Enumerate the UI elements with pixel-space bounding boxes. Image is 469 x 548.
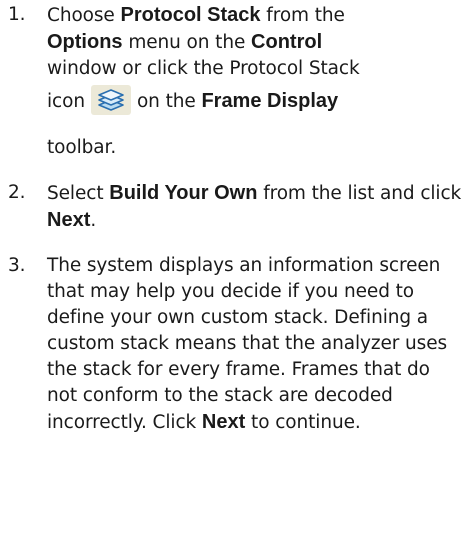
step-number: 1. <box>8 4 26 25</box>
step-2: 2. Select Build Your Own from the list a… <box>0 180 469 234</box>
window-name-control: Control <box>251 31 323 53</box>
text-run: from the list and click <box>257 183 462 204</box>
text-run: . <box>90 210 97 231</box>
text-run: icon <box>47 91 85 112</box>
step-3-text: The system displays an information scree… <box>47 255 447 433</box>
protocol-stack-icon <box>90 85 131 115</box>
window-name-frame-display: Frame Display <box>201 90 339 112</box>
icon-line: icon on the Frame Display <box>47 85 339 115</box>
text-run: Choose <box>47 5 121 26</box>
text-run: to continue. <box>245 412 361 433</box>
step-number: 3. <box>8 255 26 276</box>
text-run: from the <box>260 5 345 26</box>
text-run: The system displays an information scree… <box>47 255 448 433</box>
step-1-text: Choose Protocol Stack from the Options m… <box>47 4 465 161</box>
text-run: menu on the <box>122 32 252 53</box>
text-run: window or click the Protocol Stack <box>47 58 360 79</box>
menu-name-options: Options <box>47 31 123 53</box>
text-run: on the <box>136 91 202 112</box>
step-3: 3. The system displays an information sc… <box>0 253 469 436</box>
menu-item-protocol-stack: Protocol Stack <box>120 4 261 26</box>
instruction-steps: 1. Choose Protocol Stack from the Option… <box>0 0 469 436</box>
button-name-next: Next <box>47 209 91 231</box>
step-2-text: Select Build Your Own from the list and … <box>47 182 462 231</box>
step-1: 1. Choose Protocol Stack from the Option… <box>0 2 469 161</box>
step-number: 2. <box>8 182 26 203</box>
option-build-your-own: Build Your Own <box>109 182 258 204</box>
text-run: toolbar. <box>47 137 117 158</box>
text-run: Select <box>47 183 110 204</box>
button-name-next: Next <box>201 411 246 433</box>
